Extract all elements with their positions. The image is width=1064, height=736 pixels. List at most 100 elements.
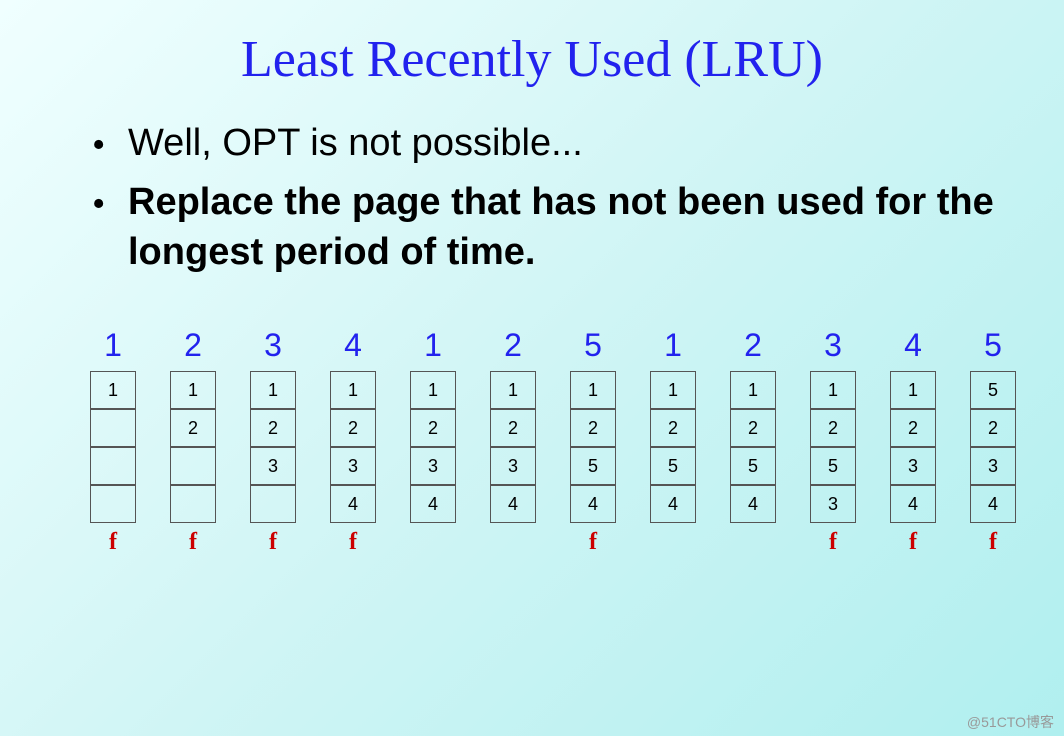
frame-stack: 1234: [330, 371, 376, 523]
frame-cell: 3: [490, 447, 536, 485]
bullet-text: Well, OPT is not possible...: [128, 122, 583, 164]
slide-title: Least Recently Used (LRU): [60, 30, 1004, 89]
reference-number: 2: [184, 327, 202, 367]
reference-number: 2: [744, 327, 762, 367]
frame-stack: 1: [90, 371, 136, 523]
fault-marker: f: [349, 529, 357, 557]
frame-cell: 2: [730, 409, 776, 447]
frame-cell: 1: [170, 371, 216, 409]
fault-marker: f: [909, 529, 917, 557]
fault-marker: f: [989, 529, 997, 557]
frame-cell: [170, 447, 216, 485]
frame-cell: 3: [330, 447, 376, 485]
frame-stack: 1253: [810, 371, 856, 523]
frame-cell: 2: [890, 409, 936, 447]
fault-marker: f: [109, 529, 117, 557]
frame-cell: 4: [970, 485, 1016, 523]
frame-cell: 2: [570, 409, 616, 447]
frame-stack: 1254: [730, 371, 776, 523]
frame-cell: 2: [170, 409, 216, 447]
bullet-item: Replace the page that has not been used …: [92, 178, 1004, 277]
reference-number: 4: [344, 327, 362, 367]
frame-column: 31253f: [810, 327, 856, 557]
frame-cell: [90, 447, 136, 485]
slide: Least Recently Used (LRU) Well, OPT is n…: [0, 0, 1064, 557]
frame-cell: 4: [410, 485, 456, 523]
fault-marker: f: [589, 529, 597, 557]
frame-cell: 1: [490, 371, 536, 409]
frame-cell: 5: [970, 371, 1016, 409]
frame-cell: 4: [490, 485, 536, 523]
frame-cell: [90, 485, 136, 523]
frame-cell: 1: [570, 371, 616, 409]
frame-cell: 1: [250, 371, 296, 409]
frame-cell: [170, 485, 216, 523]
frame-cell: 3: [410, 447, 456, 485]
frame-column: 21254: [730, 327, 776, 557]
frame-stack: 1234: [890, 371, 936, 523]
reference-number: 4: [904, 327, 922, 367]
frame-stack: 5234: [970, 371, 1016, 523]
frame-column: 3123f: [250, 327, 296, 557]
frame-cell: 2: [490, 409, 536, 447]
frame-cell: 3: [250, 447, 296, 485]
frame-column: 55234f: [970, 327, 1016, 557]
reference-number: 1: [664, 327, 682, 367]
frame-cell: 1: [90, 371, 136, 409]
frame-cell: 3: [890, 447, 936, 485]
frame-column: 21234: [490, 327, 536, 557]
frame-cell: 1: [330, 371, 376, 409]
frame-cell: 2: [810, 409, 856, 447]
frame-stack: 1254: [650, 371, 696, 523]
frame-cell: 1: [650, 371, 696, 409]
frame-column: 11234: [410, 327, 456, 557]
frame-column: 1 1 f: [90, 327, 136, 557]
reference-number: 5: [584, 327, 602, 367]
frame-cell: 3: [970, 447, 1016, 485]
frame-cell: 1: [410, 371, 456, 409]
frame-column: 51254f: [570, 327, 616, 557]
fault-marker: f: [269, 529, 277, 557]
frame-cell: 2: [330, 409, 376, 447]
reference-number: 5: [984, 327, 1002, 367]
frame-cell: 5: [570, 447, 616, 485]
frame-cell: 5: [730, 447, 776, 485]
frame-cell: 1: [890, 371, 936, 409]
reference-number: 2: [504, 327, 522, 367]
frame-stack: 1254: [570, 371, 616, 523]
frame-cell: 4: [330, 485, 376, 523]
reference-number: 1: [104, 327, 122, 367]
frame-cell: 3: [810, 485, 856, 523]
reference-number: 1: [424, 327, 442, 367]
lru-diagram: 11f212f3123f41234f112342123451254f112542…: [60, 327, 1004, 557]
bullet-text: Replace the page that has not been used …: [128, 181, 994, 272]
fault-marker: f: [189, 529, 197, 557]
frame-cell: 1: [810, 371, 856, 409]
frame-cell: 4: [650, 485, 696, 523]
frame-stack: 123: [250, 371, 296, 523]
frame-column: 41234f: [890, 327, 936, 557]
frame-cell: 5: [650, 447, 696, 485]
frame-cell: 1: [730, 371, 776, 409]
bullet-item: Well, OPT is not possible...: [92, 119, 1004, 168]
frame-cell: [90, 409, 136, 447]
bullet-list: Well, OPT is not possible... Replace the…: [60, 119, 1004, 277]
frame-cell: 4: [730, 485, 776, 523]
frame-cell: 4: [890, 485, 936, 523]
frame-column: 41234f: [330, 327, 376, 557]
frame-cell: 4: [570, 485, 616, 523]
frame-cell: 2: [410, 409, 456, 447]
frame-cell: 2: [970, 409, 1016, 447]
frame-stack: 1234: [490, 371, 536, 523]
reference-number: 3: [824, 327, 842, 367]
frame-cell: 5: [810, 447, 856, 485]
frame-cell: [250, 485, 296, 523]
frame-column: 212f: [170, 327, 216, 557]
frame-cell: 2: [250, 409, 296, 447]
frame-stack: 1234: [410, 371, 456, 523]
frame-column: 11254: [650, 327, 696, 557]
columns-row: 11f212f3123f41234f112342123451254f112542…: [90, 327, 984, 557]
reference-number: 3: [264, 327, 282, 367]
fault-marker: f: [829, 529, 837, 557]
frame-cell: 2: [650, 409, 696, 447]
